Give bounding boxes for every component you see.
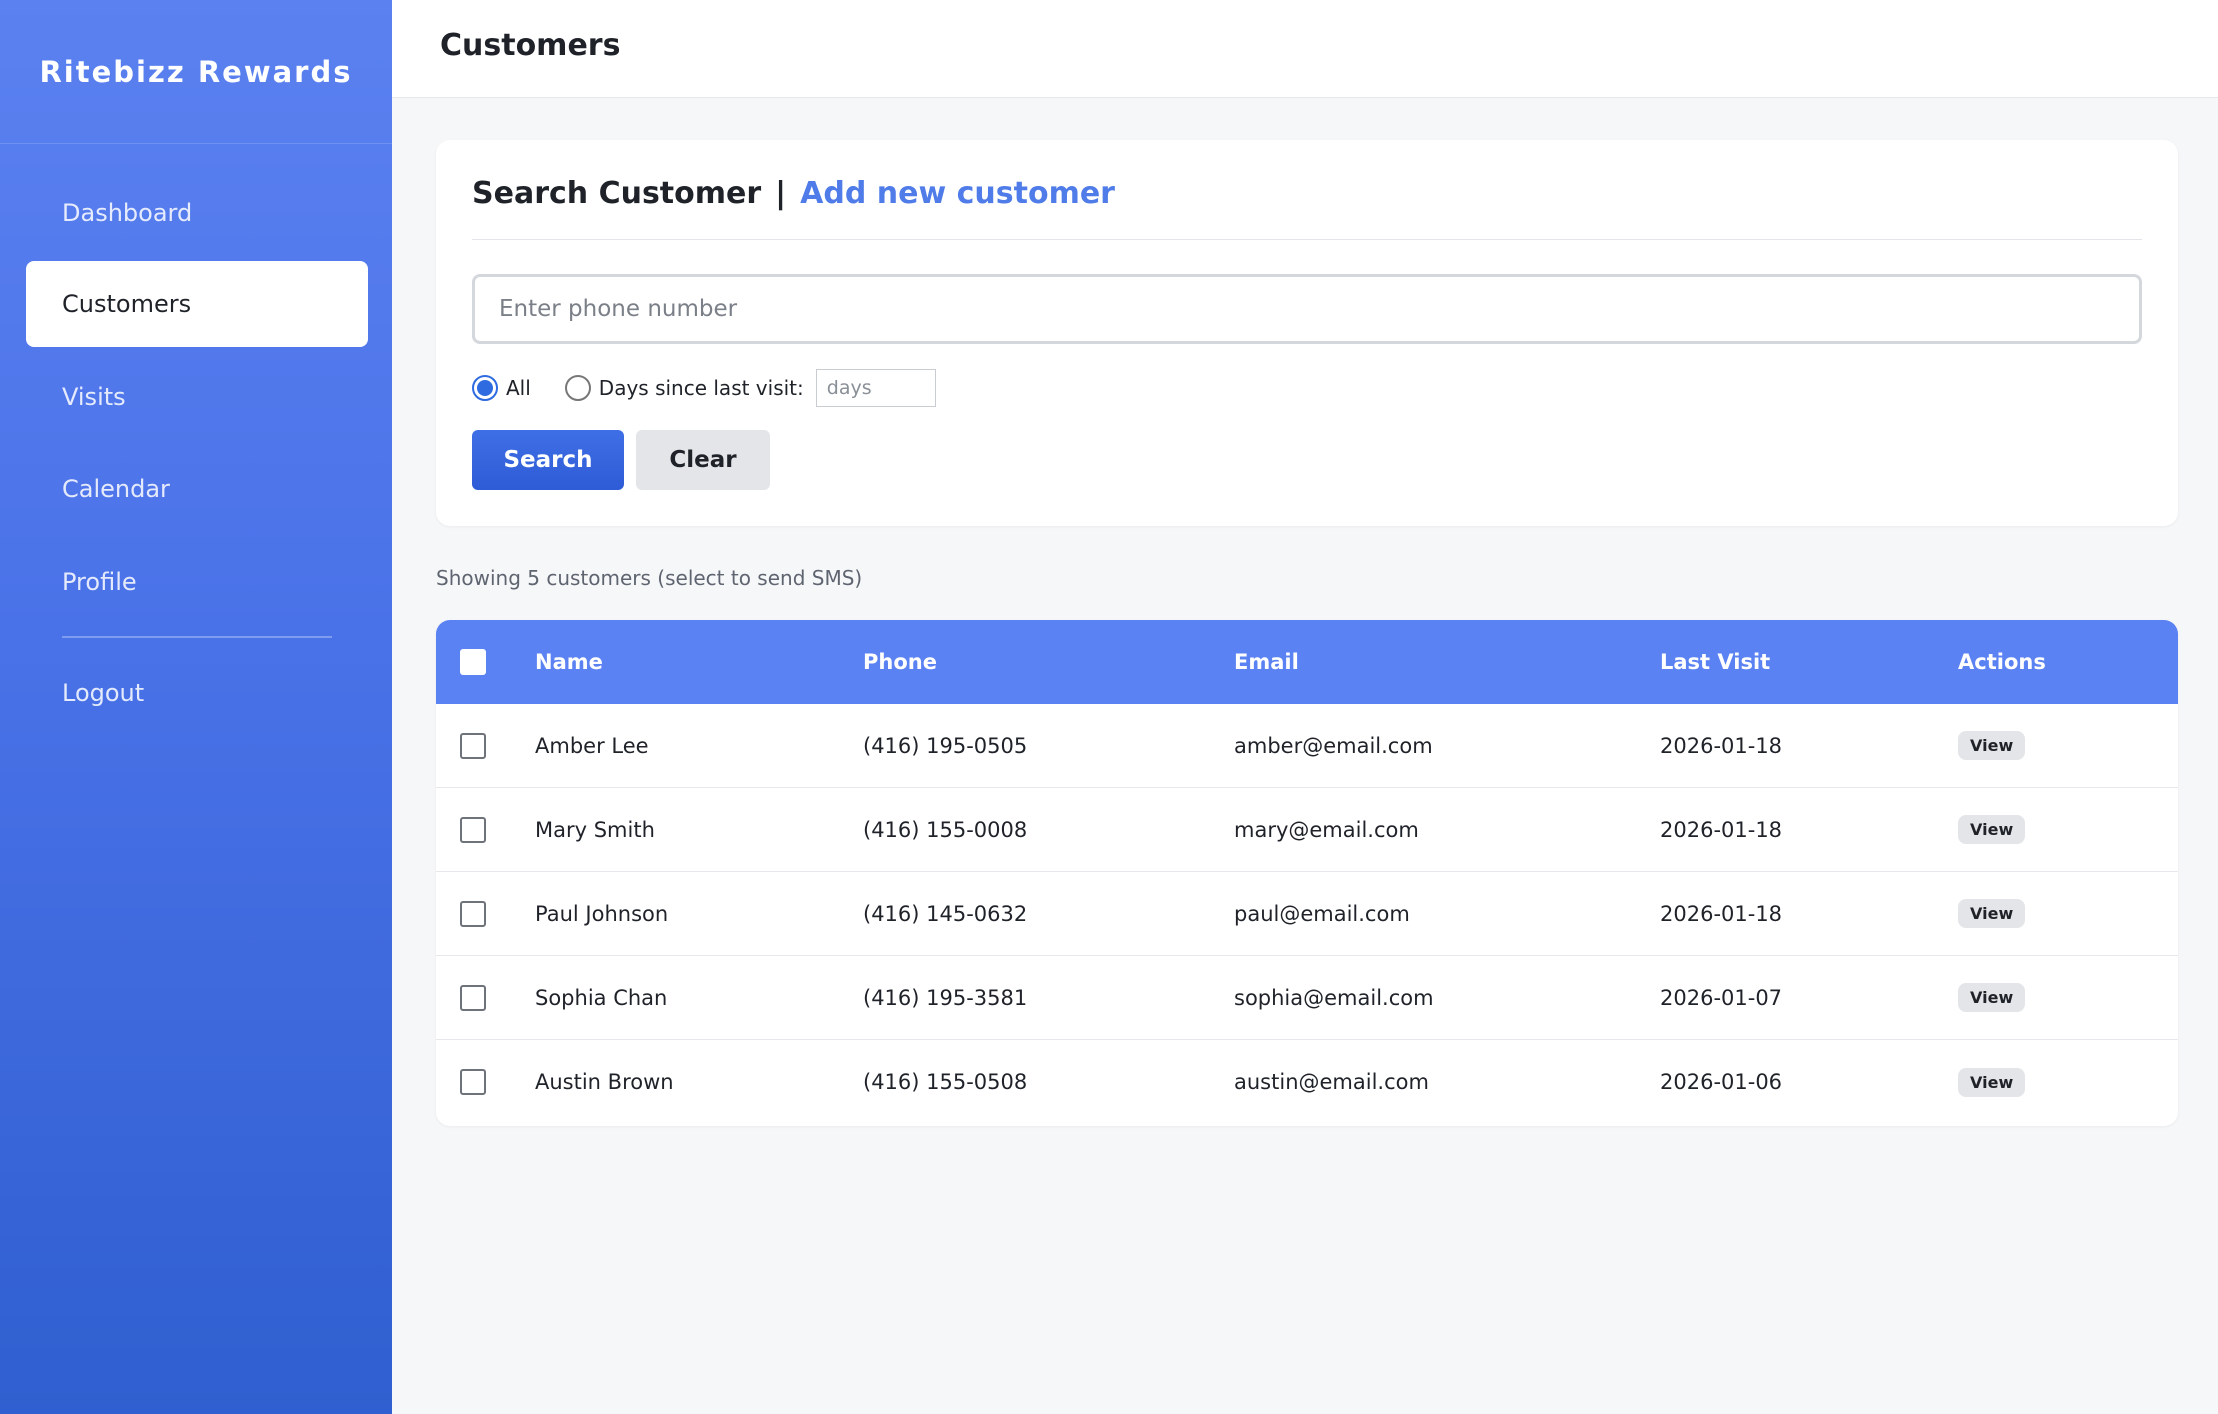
sidebar-item-profile[interactable]: Profile xyxy=(26,539,368,625)
customer-last-visit: 2026-01-18 xyxy=(1660,733,1783,758)
clear-button[interactable]: Clear xyxy=(636,430,770,490)
customer-email: amber@email.com xyxy=(1234,733,1433,758)
row-checkbox[interactable] xyxy=(460,816,486,843)
customer-last-visit: 2026-01-06 xyxy=(1660,1070,1783,1094)
row-checkbox[interactable] xyxy=(460,732,486,759)
header-separator: | xyxy=(775,176,787,211)
search-button[interactable]: Search xyxy=(472,430,624,490)
customer-name: Amber Lee xyxy=(535,733,649,758)
filter-options: All Days since last visit: xyxy=(472,368,936,408)
row-actions: View xyxy=(1958,872,2026,955)
sidebar-item-logout[interactable]: Logout xyxy=(26,650,368,736)
sidebar-item-dashboard[interactable]: Dashboard xyxy=(26,170,368,256)
customer-email: austin@email.com xyxy=(1234,1070,1429,1094)
column-header-phone[interactable]: Phone xyxy=(863,620,937,704)
header-check-cell xyxy=(460,620,486,704)
customer-email: sophia@email.com xyxy=(1234,985,1434,1010)
page-title: Customers xyxy=(440,28,621,63)
view-button[interactable]: View xyxy=(1958,731,2026,760)
customer-phone: (416) 145-0632 xyxy=(863,901,1028,926)
brand-logo[interactable]: Ritebizz Rewards xyxy=(0,0,392,144)
column-header-last-visit[interactable]: Last Visit xyxy=(1660,620,1770,704)
customer-phone: (416) 155-0008 xyxy=(863,817,1028,842)
view-button[interactable]: View xyxy=(1958,899,2026,928)
sidebar-item-visits[interactable]: Visits xyxy=(26,354,368,440)
select-all-checkbox[interactable] xyxy=(460,649,486,675)
radio-all-label: All xyxy=(506,376,531,400)
row-checkbox[interactable] xyxy=(460,984,486,1011)
table-header: Name Phone Email Last Visit Actions xyxy=(436,620,2178,704)
customer-phone: (416) 195-0505 xyxy=(863,733,1028,758)
days-input[interactable] xyxy=(815,369,936,407)
customer-name: Paul Johnson xyxy=(535,901,669,926)
customer-email: mary@email.com xyxy=(1234,817,1419,842)
search-card-header: Search Customer | Add new customer xyxy=(472,176,2142,240)
customer-last-visit: 2026-01-18 xyxy=(1660,817,1783,842)
table-row: Mary Smith (416) 155-0008 mary@email.com… xyxy=(436,788,2178,872)
customer-phone: (416) 195-3581 xyxy=(863,985,1028,1010)
column-header-name[interactable]: Name xyxy=(535,620,603,704)
add-customer-link[interactable]: Add new customer xyxy=(800,176,1115,211)
results-summary: Showing 5 customers (select to send SMS) xyxy=(436,566,863,590)
search-card: Search Customer | Add new customer All D… xyxy=(436,140,2178,526)
radio-all[interactable] xyxy=(472,375,498,401)
sidebar-divider xyxy=(62,636,332,638)
view-button[interactable]: View xyxy=(1958,815,2026,844)
sidebar: Ritebizz Rewards Dashboard Customers Vis… xyxy=(0,0,392,1414)
sidebar-item-calendar[interactable]: Calendar xyxy=(26,446,368,532)
table-row: Amber Lee (416) 195-0505 amber@email.com… xyxy=(436,704,2178,788)
row-actions: View xyxy=(1958,704,2026,787)
sidebar-item-customers[interactable]: Customers xyxy=(26,261,368,347)
column-header-email[interactable]: Email xyxy=(1234,620,1299,704)
customers-table: Name Phone Email Last Visit Actions Ambe… xyxy=(436,620,2178,1126)
view-button[interactable]: View xyxy=(1958,983,2026,1012)
table-row: Sophia Chan (416) 195-3581 sophia@email.… xyxy=(436,956,2178,1040)
customer-last-visit: 2026-01-18 xyxy=(1660,901,1783,926)
search-card-title: Search Customer xyxy=(472,176,762,211)
radio-days-label: Days since last visit: xyxy=(598,376,804,400)
customer-phone: (416) 155-0508 xyxy=(863,1070,1028,1094)
row-checkbox[interactable] xyxy=(460,1069,486,1095)
customer-name: Austin Brown xyxy=(535,1070,674,1094)
row-check-cell xyxy=(460,872,486,955)
customer-last-visit: 2026-01-07 xyxy=(1660,985,1783,1010)
phone-search-input[interactable] xyxy=(472,274,2142,344)
table-row: Paul Johnson (416) 145-0632 paul@email.c… xyxy=(436,872,2178,956)
row-check-cell xyxy=(460,956,486,1039)
row-actions: View xyxy=(1958,1040,2026,1124)
table-row: Austin Brown (416) 155-0508 austin@email… xyxy=(436,1040,2178,1124)
row-check-cell xyxy=(460,1040,486,1124)
row-actions: View xyxy=(1958,956,2026,1039)
row-check-cell xyxy=(460,788,486,871)
row-checkbox[interactable] xyxy=(460,900,486,927)
customer-name: Sophia Chan xyxy=(535,985,668,1010)
top-bar: Customers xyxy=(392,0,2218,98)
customer-email: paul@email.com xyxy=(1234,901,1410,926)
customer-name: Mary Smith xyxy=(535,817,655,842)
app-root: Ritebizz Rewards Dashboard Customers Vis… xyxy=(0,0,2218,1414)
column-header-actions: Actions xyxy=(1958,650,2046,674)
radio-days-since[interactable] xyxy=(564,375,591,401)
view-button[interactable]: View xyxy=(1958,1067,2026,1097)
row-check-cell xyxy=(460,704,486,787)
row-actions: View xyxy=(1958,788,2026,871)
